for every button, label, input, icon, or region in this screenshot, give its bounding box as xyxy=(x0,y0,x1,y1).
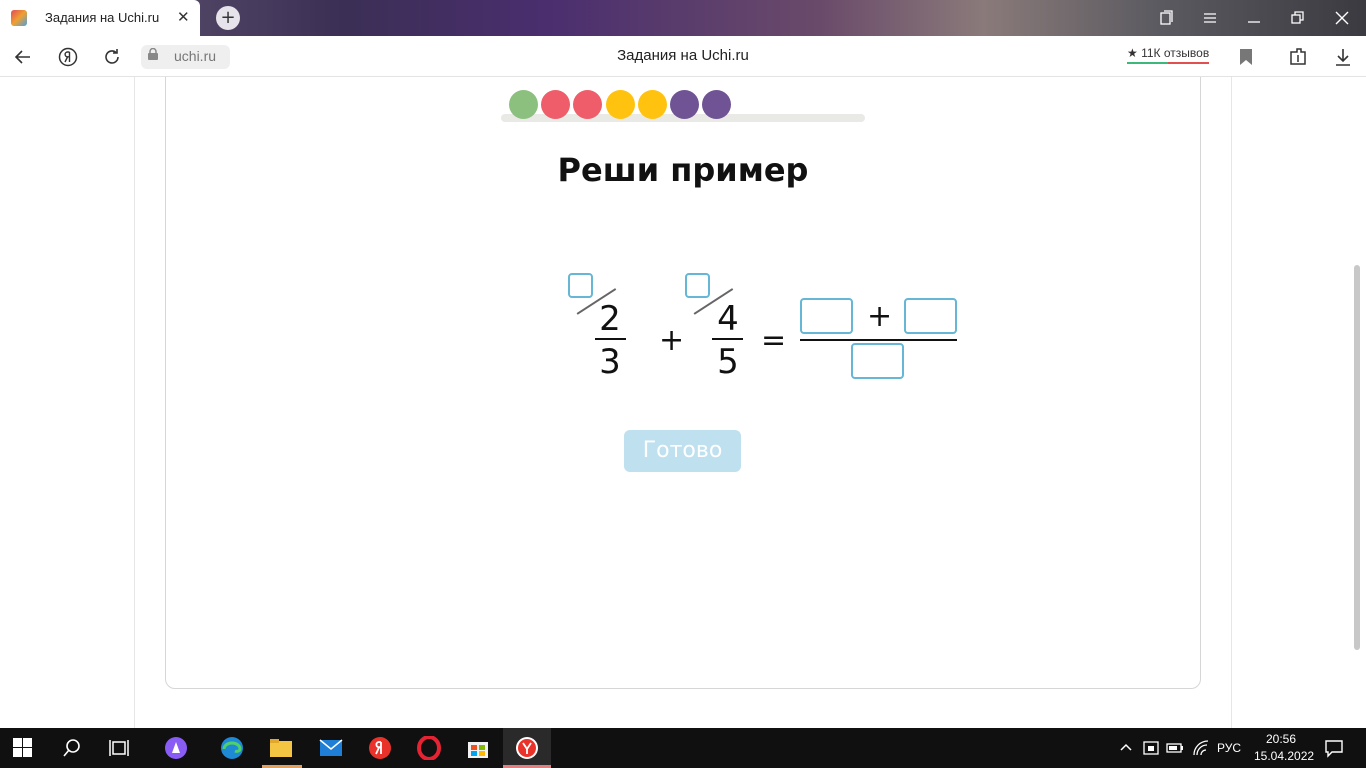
progress-dot-4 xyxy=(606,90,635,119)
address-bar: uchi.ru Задания на Uchi.ru ★ 11К отзывов xyxy=(0,36,1366,77)
tab-close-icon[interactable]: ✕ xyxy=(177,8,190,26)
minimize-icon[interactable] xyxy=(1246,10,1262,26)
reduce-factor-input-1[interactable] xyxy=(568,273,593,298)
edge-browser-icon[interactable] xyxy=(220,736,244,760)
tab-title: Задания на Uchi.ru xyxy=(45,10,160,25)
clock-date[interactable]: 15.04.2022 xyxy=(1254,749,1314,763)
progress-dot-7 xyxy=(702,90,731,119)
progress-dot-6 xyxy=(670,90,699,119)
fraction1-numerator: 2 xyxy=(599,299,621,339)
opera-icon[interactable] xyxy=(417,736,441,760)
fraction2-denominator: 5 xyxy=(717,342,739,382)
menu-icon[interactable] xyxy=(1202,10,1218,26)
result-numerator-input-1[interactable] xyxy=(800,298,853,334)
result-fraction-line xyxy=(800,339,957,341)
result-denominator-input[interactable] xyxy=(851,343,904,379)
progress-dot-2 xyxy=(541,90,570,119)
task-view-icon[interactable] xyxy=(109,738,133,762)
plus-sign: + xyxy=(659,323,685,358)
equals-sign: = xyxy=(761,323,787,358)
network-device-icon[interactable] xyxy=(1142,739,1166,763)
windows-start-icon[interactable] xyxy=(13,738,37,762)
restore-icon[interactable] xyxy=(1290,10,1306,26)
browser-tab-bar: Задания на Uchi.ru ✕ + xyxy=(0,0,1366,36)
task-heading: Реши пример xyxy=(557,151,809,189)
fraction2-numerator: 4 xyxy=(717,299,739,339)
file-explorer-icon[interactable] xyxy=(269,736,293,760)
uchi-favicon-icon xyxy=(11,10,27,26)
fraction1-denominator: 3 xyxy=(599,342,621,382)
page-content: Реши пример 2 3 + 4 5 = + Готово xyxy=(0,77,1366,728)
progress-dot-5 xyxy=(638,90,667,119)
new-tab-button[interactable]: + xyxy=(216,6,240,30)
bookmark-icon[interactable] xyxy=(1239,48,1253,66)
language-indicator[interactable]: РУС xyxy=(1217,741,1241,755)
fraction1-line xyxy=(595,338,626,340)
fraction2-line xyxy=(712,338,743,340)
close-window-icon[interactable] xyxy=(1334,10,1350,26)
yandex-browser-icon[interactable] xyxy=(368,736,392,760)
battery-icon[interactable] xyxy=(1166,740,1190,764)
reviews-badge[interactable]: ★ 11К отзывов xyxy=(1127,46,1210,64)
alice-icon[interactable] xyxy=(164,736,188,760)
download-icon[interactable] xyxy=(1334,47,1352,67)
search-icon[interactable] xyxy=(62,738,86,762)
done-button[interactable]: Готово xyxy=(624,430,741,472)
extensions-icon[interactable] xyxy=(1288,47,1308,67)
notifications-icon[interactable] xyxy=(1324,738,1348,762)
mail-icon[interactable] xyxy=(319,737,343,761)
wifi-icon[interactable] xyxy=(1192,739,1216,763)
yandex-app-icon[interactable] xyxy=(515,736,539,760)
reduce-factor-input-2[interactable] xyxy=(685,273,710,298)
tabs-list-icon[interactable] xyxy=(1158,10,1174,26)
result-plus-sign: + xyxy=(867,299,893,334)
chevron-up-icon[interactable] xyxy=(1119,740,1143,764)
browser-tab-active[interactable]: Задания на Uchi.ru ✕ xyxy=(0,0,200,36)
result-numerator-input-2[interactable] xyxy=(904,298,957,334)
microsoft-store-icon[interactable] xyxy=(466,736,490,760)
progress-dot-1 xyxy=(509,90,538,119)
progress-dot-3 xyxy=(573,90,602,119)
windows-taskbar: РУС 20:56 15.04.2022 xyxy=(0,728,1366,768)
clock-time[interactable]: 20:56 xyxy=(1266,732,1296,746)
page-scrollbar[interactable] xyxy=(1354,265,1360,650)
